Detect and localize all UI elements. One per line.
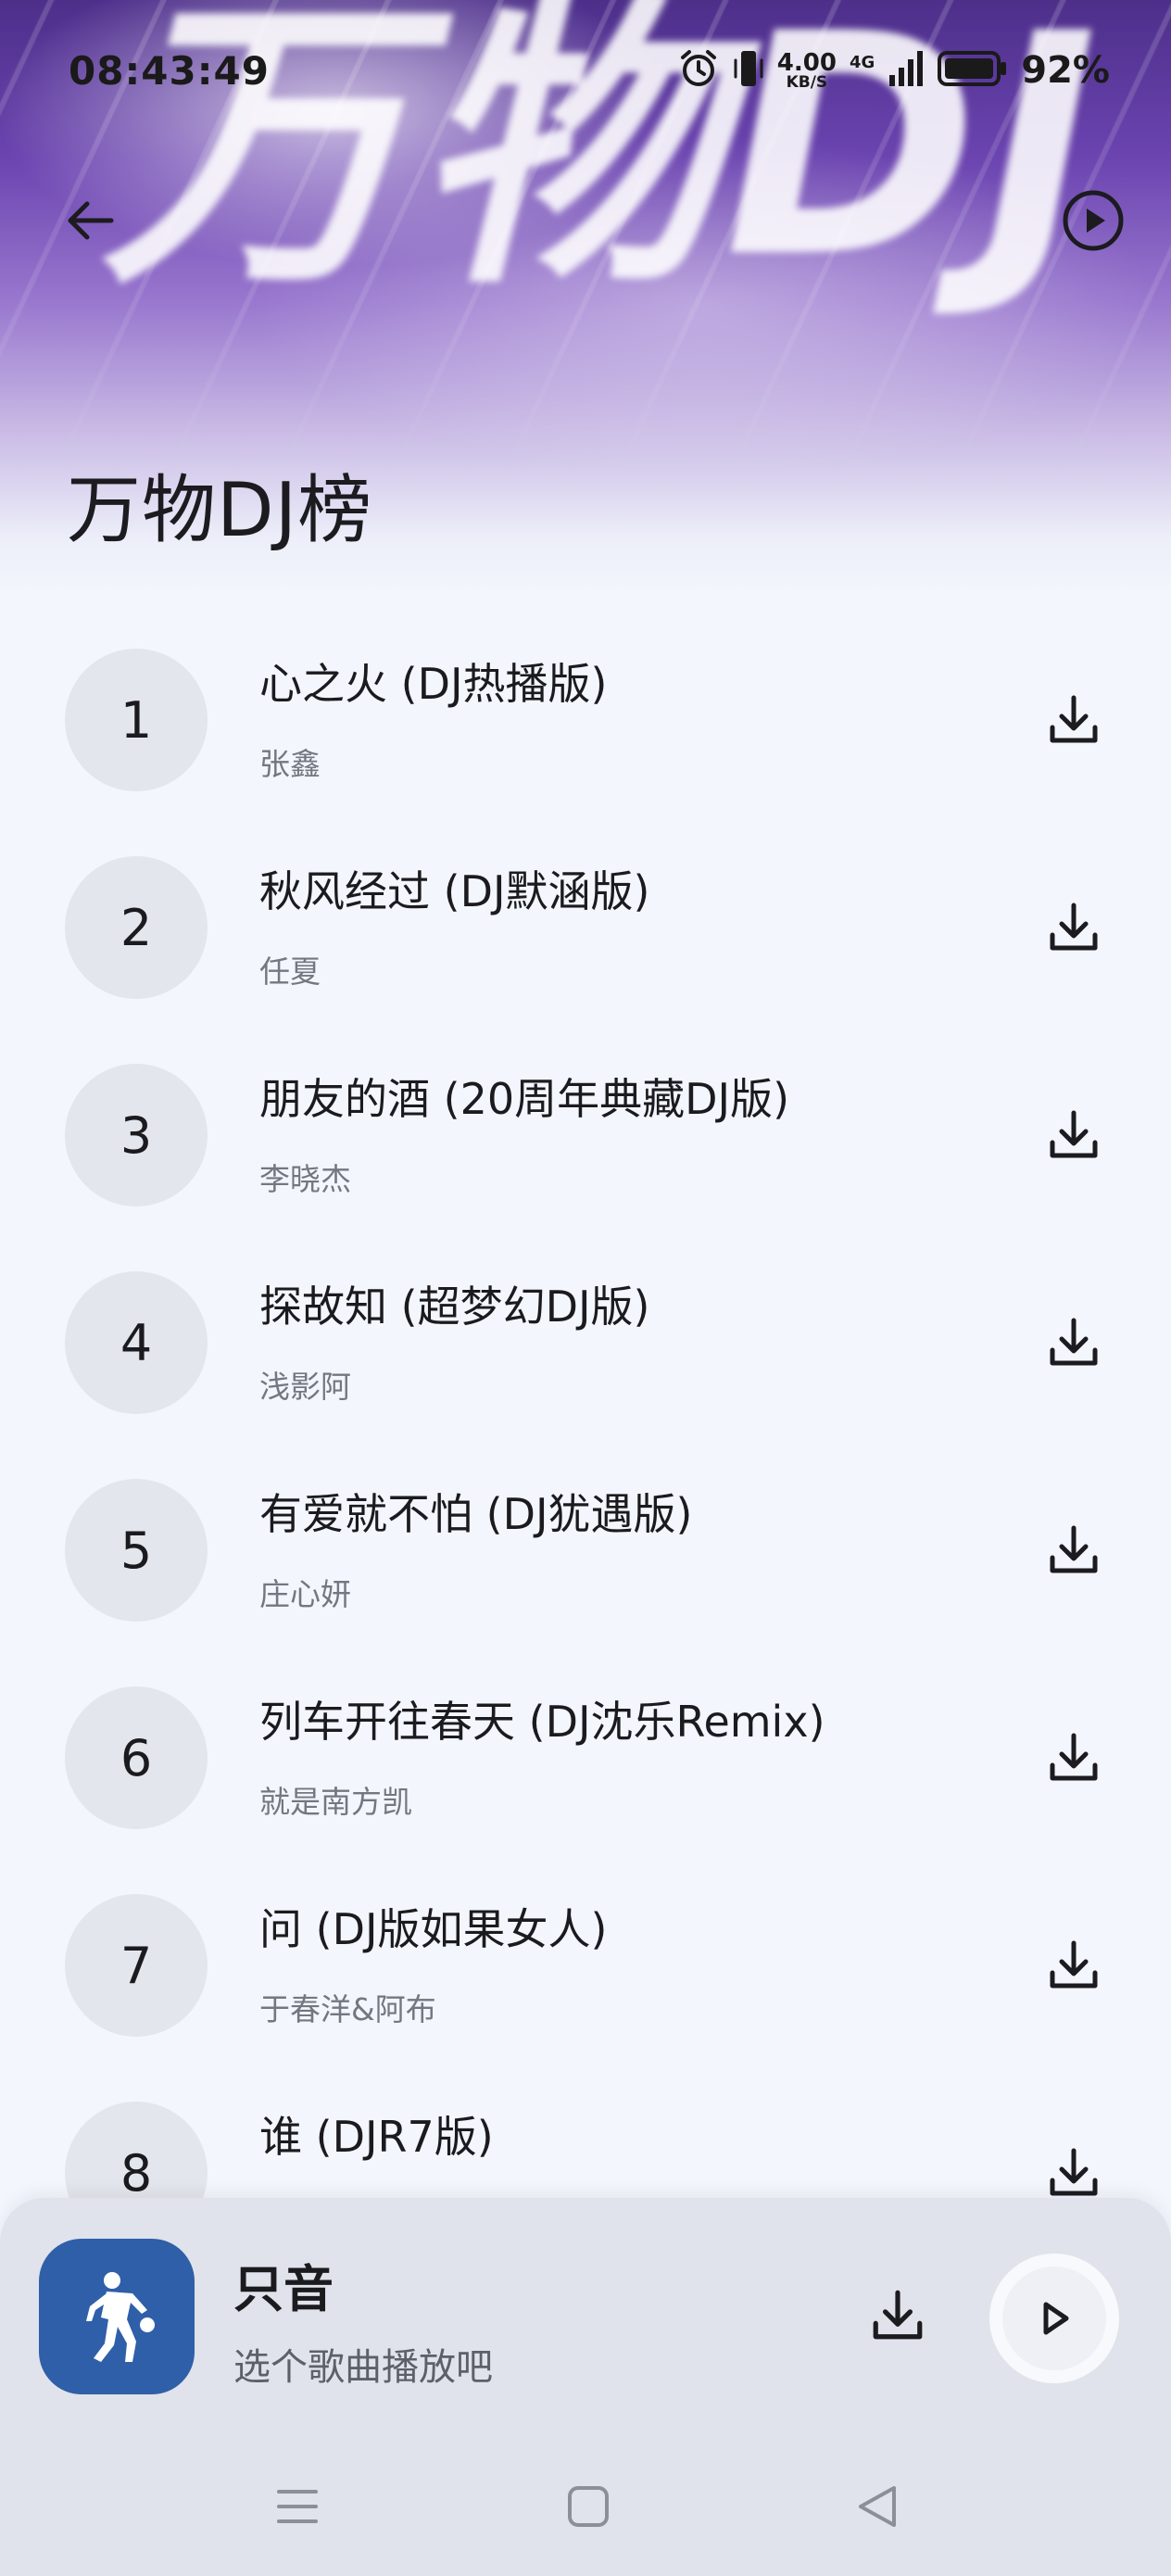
arrow-left-icon — [68, 201, 114, 240]
play-circle-icon — [1063, 190, 1124, 251]
rank-badge: 6 — [65, 1686, 208, 1829]
song-row[interactable]: 3 朋友的酒 (20周年典藏DJ版) 李晓杰 — [0, 1042, 1171, 1249]
download-button[interactable] — [1038, 684, 1110, 756]
rank-badge: 4 — [65, 1271, 208, 1414]
status-icons: 4.00 KB/S 4G 92% — [677, 47, 1110, 94]
song-row[interactable]: 5 有爱就不怕 (DJ犹遇版) 庄心妍 — [0, 1457, 1171, 1664]
song-artist: 于春洋&阿布 — [259, 1991, 436, 2027]
download-icon — [1050, 1525, 1098, 1573]
back-button[interactable] — [56, 185, 126, 256]
battery-icon — [938, 49, 1008, 92]
download-button[interactable] — [1038, 1514, 1110, 1586]
system-back-button[interactable] — [845, 2474, 910, 2539]
download-button[interactable] — [1038, 1307, 1110, 1379]
player-subtitle: 选个歌曲播放吧 — [233, 2346, 493, 2389]
rank-badge: 7 — [65, 1894, 208, 2037]
rank-badge: 5 — [65, 1479, 208, 1622]
signal-icon — [888, 49, 925, 92]
song-artist: 庄心妍 — [259, 1576, 351, 1612]
song-list[interactable]: 1 心之火 (DJ热播版) 张鑫 2 秋风经过 (DJ默涵版) 任夏 3 朋友的… — [0, 626, 1171, 2202]
battery-percent: 92% — [1021, 49, 1110, 92]
download-icon — [1050, 1940, 1098, 1989]
download-button[interactable] — [1038, 2137, 1110, 2202]
song-artist: 张鑫 — [259, 746, 321, 782]
rank-badge: 8 — [65, 2102, 208, 2202]
album-cover[interactable] — [39, 2239, 195, 2394]
rank-badge: 3 — [65, 1064, 208, 1206]
download-icon — [1050, 695, 1098, 743]
song-title: 秋风经过 (DJ默涵版) — [259, 866, 650, 916]
vibrate-icon — [733, 47, 764, 94]
song-title: 问 (DJ版如果女人) — [259, 1904, 608, 1954]
mini-player[interactable]: 只音 选个歌曲播放吧 — [0, 2198, 1171, 2576]
home-button[interactable] — [556, 2474, 621, 2539]
download-icon — [1050, 903, 1098, 951]
download-button[interactable] — [1038, 1929, 1110, 2001]
home-square-icon — [568, 2486, 609, 2527]
download-button[interactable] — [1038, 1099, 1110, 1171]
basketball-player-icon — [86, 2272, 155, 2362]
status-time: 08:43:49 — [69, 47, 270, 94]
play-all-button[interactable] — [1058, 185, 1128, 256]
song-title: 朋友的酒 (20周年典藏DJ版) — [259, 1074, 790, 1124]
song-row[interactable]: 4 探故知 (超梦幻DJ版) 浅影阿 — [0, 1249, 1171, 1457]
recents-button[interactable] — [265, 2474, 330, 2539]
alarm-icon — [677, 47, 720, 94]
download-icon — [1050, 1110, 1098, 1158]
song-title: 列车开往春天 (DJ沈乐Remix) — [259, 1697, 825, 1747]
back-triangle-icon — [859, 2486, 896, 2527]
download-icon — [1050, 2148, 1098, 2196]
rank-badge: 1 — [65, 649, 208, 791]
player-title: 只音 — [233, 2260, 334, 2318]
download-button[interactable] — [1038, 891, 1110, 964]
song-artist: 就是南方凯 — [259, 1784, 412, 1820]
song-title: 探故知 (超梦幻DJ版) — [259, 1282, 650, 1332]
download-button[interactable] — [1038, 1722, 1110, 1794]
network-type: 4G — [849, 52, 875, 72]
rank-badge: 2 — [65, 856, 208, 999]
download-icon — [1050, 1733, 1098, 1781]
song-row[interactable]: 6 列车开往春天 (DJ沈乐Remix) 就是南方凯 — [0, 1664, 1171, 1872]
song-row[interactable]: 7 问 (DJ版如果女人) 于春洋&阿布 — [0, 1872, 1171, 2079]
status-bar: 08:43:49 4.00 KB/S 4G 92% — [69, 44, 1110, 96]
song-title: 谁 (DJR7版) — [259, 2112, 494, 2162]
play-button[interactable] — [989, 2254, 1119, 2383]
player-download-button[interactable] — [860, 2278, 936, 2354]
song-artist: 任夏 — [259, 953, 321, 990]
song-row[interactable]: 2 秋风经过 (DJ默涵版) 任夏 — [0, 834, 1171, 1042]
menu-icon — [277, 2490, 318, 2523]
download-icon — [1050, 1318, 1098, 1366]
song-title: 心之火 (DJ热播版) — [259, 659, 608, 709]
song-artist: 李晓杰 — [259, 1161, 351, 1197]
net-speed: 4.00 KB/S — [776, 48, 837, 92]
system-nav-bar — [0, 2446, 1171, 2567]
page-title: 万物DJ榜 — [67, 467, 373, 553]
song-title: 有爱就不怕 (DJ犹遇版) — [259, 1489, 693, 1539]
song-row[interactable]: 1 心之火 (DJ热播版) 张鑫 — [0, 626, 1171, 834]
song-row[interactable]: 8 谁 (DJR7版) — [0, 2079, 1171, 2202]
play-icon — [1043, 2302, 1069, 2335]
song-artist: 浅影阿 — [259, 1369, 351, 1405]
download-icon — [873, 2290, 923, 2340]
